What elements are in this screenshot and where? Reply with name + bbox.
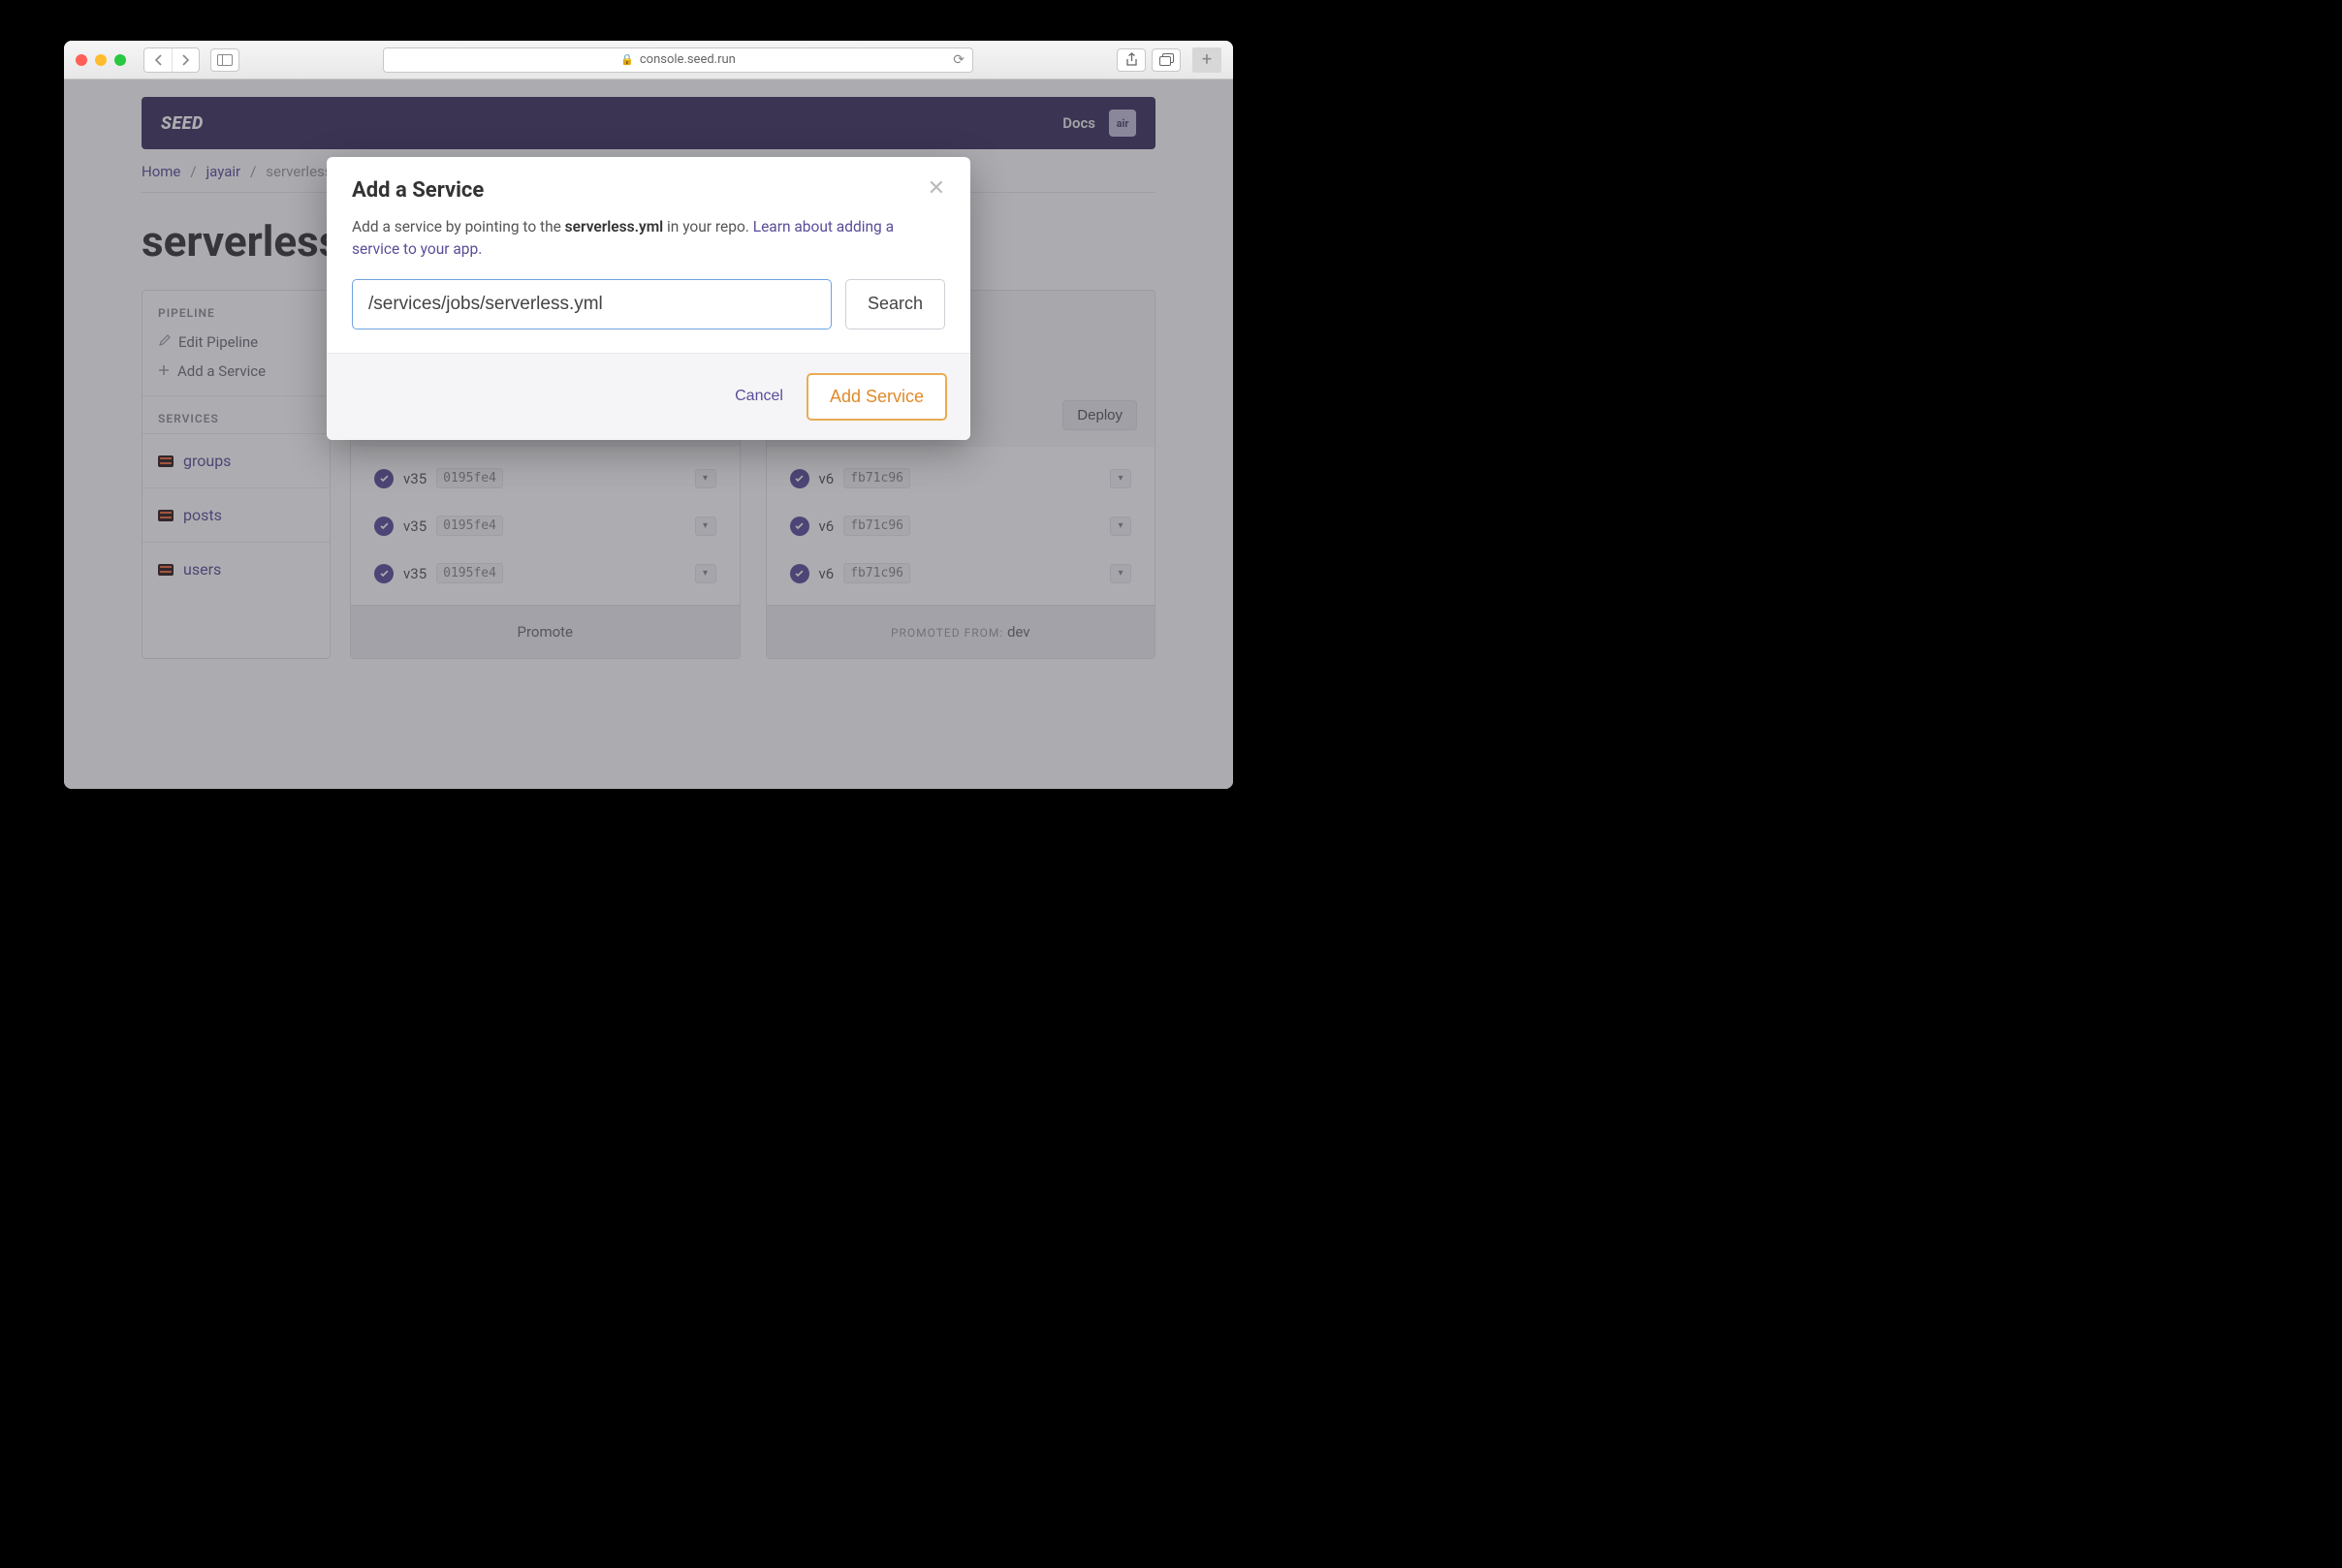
add-service-modal: Add a Service ✕ Add a service by pointin… [327, 157, 970, 440]
right-toolbar [1117, 48, 1181, 72]
sidebar-toggle-icon[interactable] [210, 48, 239, 72]
back-button[interactable] [144, 48, 172, 72]
new-tab-button[interactable]: + [1192, 47, 1221, 73]
zoom-window-icon[interactable] [114, 54, 126, 66]
service-path-input[interactable] [352, 279, 832, 329]
nav-buttons [143, 47, 200, 73]
modal-description: Add a service by pointing to the serverl… [352, 216, 945, 262]
close-icon[interactable]: ✕ [928, 178, 945, 200]
share-icon[interactable] [1117, 48, 1146, 72]
address-bar[interactable]: 🔒 console.seed.run ⟳ [383, 47, 973, 73]
cancel-button[interactable]: Cancel [735, 388, 783, 405]
reload-icon[interactable]: ⟳ [953, 52, 965, 68]
tabs-icon[interactable] [1152, 48, 1181, 72]
add-service-button[interactable]: Add Service [807, 373, 947, 421]
browser-chrome: 🔒 console.seed.run ⟳ + [64, 41, 1233, 79]
url-text: console.seed.run [640, 52, 736, 67]
search-button[interactable]: Search [845, 279, 945, 329]
modal-title: Add a Service [352, 178, 484, 203]
minimize-window-icon[interactable] [95, 54, 107, 66]
browser-window: 🔒 console.seed.run ⟳ + SEED Docs air Hom… [64, 41, 1233, 789]
lock-icon: 🔒 [620, 53, 634, 66]
traffic-lights [76, 54, 126, 66]
close-window-icon[interactable] [76, 54, 87, 66]
forward-button[interactable] [172, 48, 199, 72]
